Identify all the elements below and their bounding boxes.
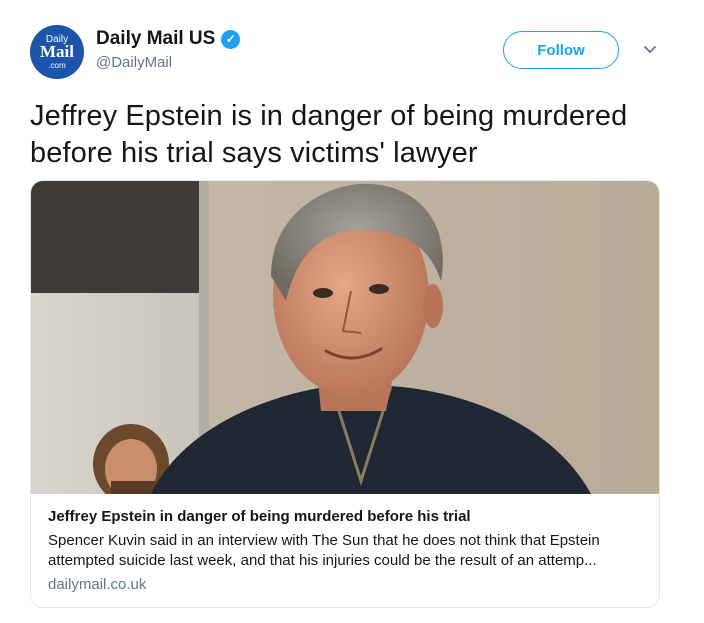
tweet-text: Jeffrey Epstein is in danger of being mu… xyxy=(30,100,628,169)
card-image[interactable] xyxy=(31,181,659,494)
card-body[interactable]: Jeffrey Epstein in danger of being murde… xyxy=(48,507,645,595)
follow-button[interactable]: Follow xyxy=(503,31,619,69)
chevron-down-icon[interactable] xyxy=(640,39,660,59)
card-description: Spencer Kuvin said in an interview with … xyxy=(48,532,600,569)
account-names: Daily Mail US ✓ @DailyMail xyxy=(96,28,241,71)
display-name[interactable]: Daily Mail US xyxy=(96,28,215,50)
card-title: Jeffrey Epstein in danger of being murde… xyxy=(48,508,471,525)
link-card[interactable]: Jeffrey Epstein in danger of being murde… xyxy=(30,180,660,608)
tweet-header: Daily Mail .com Daily Mail US ✓ @DailyMa… xyxy=(30,25,674,85)
avatar-text-main: Mail xyxy=(40,42,74,61)
avatar[interactable]: Daily Mail .com xyxy=(30,25,84,79)
avatar-text-bottom: .com xyxy=(48,61,66,70)
card-domain: dailymail.co.uk xyxy=(48,576,147,593)
verified-badge-icon: ✓ xyxy=(221,29,241,49)
account-handle[interactable]: @DailyMail xyxy=(96,54,240,71)
